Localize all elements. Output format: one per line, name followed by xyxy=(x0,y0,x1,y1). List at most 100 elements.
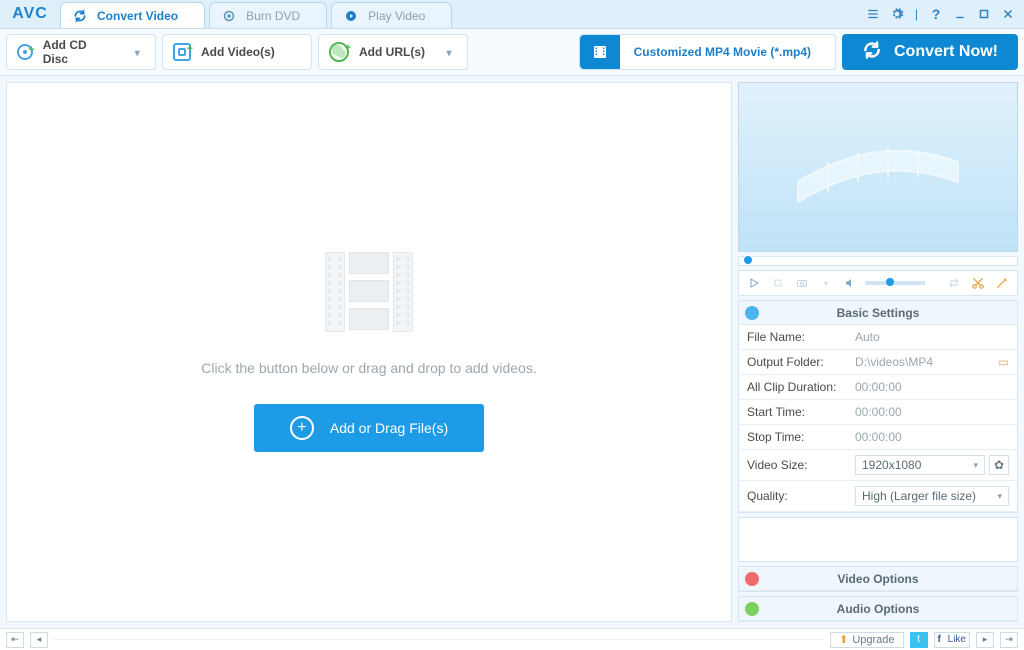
plus-circle-icon: + xyxy=(290,416,314,440)
setting-row-output-folder: Output Folder: D:\videos\MP4 ▭ xyxy=(739,350,1017,375)
play-icon xyxy=(344,9,358,23)
button-label: Add CD Disc xyxy=(43,38,114,66)
add-or-drag-files-button[interactable]: + Add or Drag File(s) xyxy=(254,404,484,452)
setting-value: 00:00:00 xyxy=(847,375,1017,400)
add-videos-button[interactable]: + Add Video(s) xyxy=(162,34,312,70)
tab-burn-dvd[interactable]: Burn DVD xyxy=(209,2,327,28)
globe-plus-icon: + xyxy=(329,42,349,62)
disc-plus-icon: + xyxy=(17,44,33,60)
volume-slider[interactable] xyxy=(865,281,925,285)
button-label: Add URL(s) xyxy=(359,45,425,59)
video-list-pane[interactable]: Click the button below or drag and drop … xyxy=(6,82,732,622)
list-next-icon[interactable]: ▸ xyxy=(976,632,994,648)
setting-label: File Name: xyxy=(739,325,847,350)
app-logo: AVC xyxy=(0,0,60,28)
preview-controls: ▾ ⇄ xyxy=(738,270,1018,296)
tab-convert-video[interactable]: Convert Video xyxy=(60,2,205,28)
add-cd-disc-button[interactable]: + Add CD Disc xyxy=(6,34,156,70)
setting-label: Start Time: xyxy=(739,400,847,425)
output-format-dropdown[interactable]: Customized MP4 Movie (*.mp4) xyxy=(579,34,836,70)
empty-state-text: Click the button below or drag and drop … xyxy=(201,360,536,376)
chevron-down-icon[interactable]: ▾ xyxy=(817,274,835,292)
window-controls: | ? xyxy=(865,0,1024,28)
list-last-icon[interactable]: ⇥ xyxy=(1000,632,1018,648)
maximize-icon[interactable] xyxy=(976,6,992,22)
twitter-icon[interactable]: t xyxy=(910,632,928,648)
panel-title: Basic Settings xyxy=(837,306,920,320)
video-options-panel[interactable]: Video Options xyxy=(738,566,1018,592)
magic-wand-icon[interactable] xyxy=(993,274,1011,292)
main-body: Click the button below or drag and drop … xyxy=(0,76,1024,628)
menu-icon[interactable] xyxy=(865,6,881,22)
tab-play-video[interactable]: Play Video xyxy=(331,2,452,28)
link-icon[interactable]: ⇄ xyxy=(945,274,963,292)
close-icon[interactable] xyxy=(1000,6,1016,22)
stop-icon[interactable] xyxy=(769,274,787,292)
volume-icon[interactable] xyxy=(841,274,859,292)
upgrade-arrow-icon: ⬆ xyxy=(839,633,848,646)
audio-icon xyxy=(745,602,759,616)
video-size-select[interactable]: 1920x1080 xyxy=(855,455,985,475)
button-label: Add or Drag File(s) xyxy=(330,420,448,436)
help-icon[interactable]: ? xyxy=(928,6,944,22)
setting-label: Video Size: xyxy=(739,450,847,481)
video-plus-icon: + xyxy=(173,43,191,61)
quality-select[interactable]: High (Larger file size) xyxy=(855,486,1009,506)
play-icon[interactable] xyxy=(745,274,763,292)
status-bar: ⇤ ◂ ⬆ Upgrade t f Like ▸ ⇥ xyxy=(0,628,1024,650)
output-folder-path[interactable]: D:\videos\MP4 xyxy=(855,355,994,369)
convert-now-button[interactable]: Convert Now! xyxy=(842,34,1018,70)
facebook-like-button[interactable]: f Like xyxy=(934,632,970,648)
upgrade-button[interactable]: ⬆ Upgrade xyxy=(830,632,903,648)
globe-icon xyxy=(745,306,759,320)
refresh-icon xyxy=(862,40,882,65)
button-label: Convert Now! xyxy=(894,43,998,61)
chevron-down-icon[interactable] xyxy=(441,45,457,59)
title-bar: AVC Convert Video Burn DVD Play Video | … xyxy=(0,0,1024,28)
tab-label: Play Video xyxy=(368,9,425,23)
video-size-gear-icon[interactable]: ✿ xyxy=(989,455,1009,475)
add-urls-button[interactable]: + Add URL(s) xyxy=(318,34,468,70)
setting-label: Output Folder: xyxy=(739,350,847,375)
cut-icon[interactable] xyxy=(969,274,987,292)
setting-label: All Clip Duration: xyxy=(739,375,847,400)
list-first-icon[interactable]: ⇤ xyxy=(6,632,24,648)
panel-header-basic[interactable]: Basic Settings xyxy=(739,301,1017,325)
refresh-icon xyxy=(73,9,87,23)
filmstrip-icon xyxy=(580,35,620,69)
preview-seek-slider[interactable] xyxy=(738,256,1018,266)
setting-row-clip-duration: All Clip Duration: 00:00:00 xyxy=(739,375,1017,400)
disc-icon xyxy=(222,9,236,23)
upgrade-label: Upgrade xyxy=(852,634,894,646)
toolbar: + Add CD Disc + Add Video(s) + Add URL(s… xyxy=(0,28,1024,76)
button-label: Add Video(s) xyxy=(201,45,275,59)
panel-title: Video Options xyxy=(837,572,918,586)
folder-icon[interactable]: ▭ xyxy=(998,355,1009,369)
list-prev-icon[interactable]: ◂ xyxy=(30,632,48,648)
panel-title: Audio Options xyxy=(837,602,920,616)
preview-area xyxy=(738,82,1018,252)
setting-row-start-time: Start Time: 00:00:00 xyxy=(739,400,1017,425)
setting-label: Quality: xyxy=(739,481,847,512)
audio-options-panel[interactable]: Audio Options xyxy=(738,596,1018,622)
setting-row-video-size: Video Size: 1920x1080 ✿ xyxy=(739,450,1017,481)
setting-row-quality: Quality: High (Larger file size) xyxy=(739,481,1017,512)
right-pane: ▾ ⇄ Basic Settings File Name: Auto Outpu… xyxy=(738,82,1018,622)
filmstrip-illustration-icon xyxy=(788,122,968,212)
chevron-down-icon[interactable] xyxy=(129,45,145,59)
setting-label: Stop Time: xyxy=(739,425,847,450)
gear-icon[interactable] xyxy=(889,6,905,22)
format-label: Customized MP4 Movie (*.mp4) xyxy=(634,45,811,59)
setting-row-file-name: File Name: Auto xyxy=(739,325,1017,350)
main-tabs: Convert Video Burn DVD Play Video xyxy=(60,0,865,28)
minimize-icon[interactable] xyxy=(952,6,968,22)
setting-value[interactable]: 00:00:00 xyxy=(847,400,1017,425)
snapshot-icon[interactable] xyxy=(793,274,811,292)
setting-value-file-name[interactable]: Auto xyxy=(847,325,1017,350)
empty-filmstrip-icon xyxy=(325,252,413,332)
settings-spacer xyxy=(738,517,1018,562)
setting-value[interactable]: 00:00:00 xyxy=(847,425,1017,450)
video-icon xyxy=(745,572,759,586)
basic-settings-panel: Basic Settings File Name: Auto Output Fo… xyxy=(738,300,1018,513)
tab-label: Convert Video xyxy=(97,9,178,23)
